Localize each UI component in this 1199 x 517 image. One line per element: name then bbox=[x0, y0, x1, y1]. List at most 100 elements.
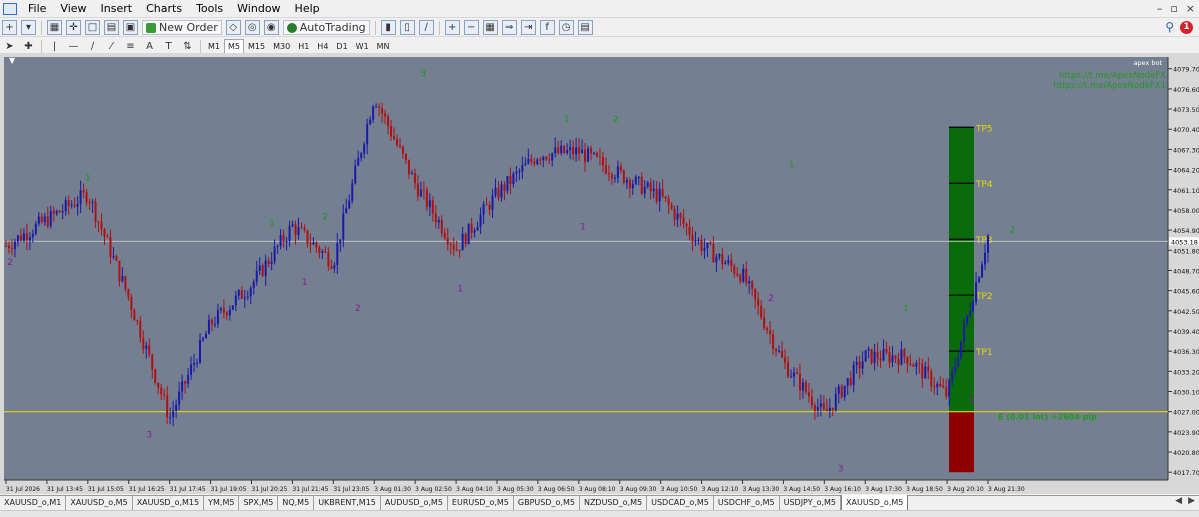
menu-file[interactable]: File bbox=[21, 0, 53, 17]
candle-body bbox=[139, 320, 142, 339]
price-chart[interactable]: ▼ 4079.70 4076.60 4073.50 4070.40 4067.30 4064… bbox=[0, 53, 1199, 494]
count-label: 2 bbox=[768, 294, 774, 304]
chart-tab[interactable]: SPX,M5 bbox=[239, 496, 279, 511]
chart-tab[interactable]: XAUUSD_o,M15 bbox=[133, 496, 205, 511]
chart-tab[interactable]: XAUUSD_o,M5 bbox=[841, 495, 909, 511]
horizontal-line-icon[interactable]: — bbox=[66, 39, 81, 54]
restore-icon[interactable]: ▫ bbox=[1170, 2, 1177, 15]
candle-body bbox=[401, 146, 404, 154]
market-icon[interactable]: ◉ bbox=[263, 20, 279, 35]
chart-tab[interactable]: USDJPY_o,M5 bbox=[780, 496, 842, 511]
label-tool-icon[interactable]: T bbox=[161, 39, 176, 54]
periods-icon[interactable]: ◷ bbox=[558, 20, 574, 35]
tab-scroll-left-icon[interactable]: ◀ bbox=[1175, 496, 1182, 506]
crosshair-icon[interactable]: ✚ bbox=[21, 39, 36, 54]
watermark-label: apex bot bbox=[1133, 59, 1162, 67]
minimize-icon[interactable]: – bbox=[1157, 2, 1163, 15]
chart-canvas[interactable]: ▼ 4079.70 4076.60 4073.50 4070.40 4067.30 4064… bbox=[0, 53, 1199, 494]
candle-body bbox=[843, 385, 846, 398]
new-order-button[interactable]: New Order bbox=[142, 20, 222, 35]
candle-body bbox=[228, 309, 231, 316]
timeframe-h4[interactable]: H4 bbox=[313, 39, 332, 54]
candle-body bbox=[670, 205, 673, 209]
candle-body bbox=[333, 264, 336, 269]
menu-view[interactable]: View bbox=[53, 0, 93, 17]
chart-tab[interactable]: NQ,M5 bbox=[278, 496, 315, 511]
x-tick-label: 3 Aug 17:30 bbox=[865, 486, 902, 493]
menu-insert[interactable]: Insert bbox=[94, 0, 140, 17]
arrows-icon[interactable]: ⇅ bbox=[180, 39, 195, 54]
timeframe-d1[interactable]: D1 bbox=[332, 39, 351, 54]
cursor-icon[interactable]: ➤ bbox=[2, 39, 17, 54]
menu-charts[interactable]: Charts bbox=[139, 0, 189, 17]
y-tick-label: 4048.70 bbox=[1173, 267, 1199, 275]
timeframe-m5[interactable]: M5 bbox=[224, 39, 244, 54]
new-chart-icon[interactable]: + bbox=[2, 20, 17, 35]
candle-body bbox=[664, 196, 667, 199]
chart-tab[interactable]: USDCAD_o,M5 bbox=[647, 496, 714, 511]
line-chart-icon[interactable]: ∕ bbox=[418, 20, 434, 35]
menu-tools[interactable]: Tools bbox=[189, 0, 230, 17]
text-tool-icon[interactable]: A bbox=[142, 39, 157, 54]
navigator-icon[interactable]: ▤ bbox=[104, 20, 119, 35]
search-icon[interactable]: ⚲ bbox=[1165, 20, 1174, 34]
chart-tab[interactable]: UKBRENT,M15 bbox=[314, 496, 381, 511]
zoom-in-icon[interactable]: + bbox=[444, 20, 460, 35]
timeframe-w1[interactable]: W1 bbox=[352, 39, 373, 54]
indicators-icon[interactable]: f bbox=[539, 20, 555, 35]
timeframe-mn[interactable]: MN bbox=[373, 39, 394, 54]
vertical-line-icon[interactable]: | bbox=[47, 39, 62, 54]
menu-window[interactable]: Window bbox=[230, 0, 287, 17]
tile-windows-icon[interactable]: ▦ bbox=[482, 20, 498, 35]
candle-body bbox=[231, 305, 234, 310]
market-watch-icon[interactable]: ▦ bbox=[47, 20, 62, 35]
fibonacci-icon[interactable]: ≡ bbox=[123, 39, 138, 54]
autoscroll-icon[interactable]: ⇒ bbox=[501, 20, 517, 35]
timeframe-m15[interactable]: M15 bbox=[244, 39, 269, 54]
profiles-icon[interactable]: ▾ bbox=[21, 20, 36, 35]
crosshair-nav-icon[interactable]: ✛ bbox=[66, 20, 81, 35]
candle-body bbox=[34, 223, 37, 234]
candle-body bbox=[784, 357, 787, 363]
chart-tab[interactable]: XAUUSD_o,M5 bbox=[66, 496, 133, 511]
menu-help[interactable]: Help bbox=[288, 0, 327, 17]
chart-tab[interactable]: EURUSD_o,M5 bbox=[448, 496, 514, 511]
chart-tab[interactable]: YM,M5 bbox=[204, 496, 240, 511]
candle-body bbox=[467, 223, 470, 245]
candle-body bbox=[667, 198, 670, 206]
y-tick-label: 4051.80 bbox=[1173, 247, 1199, 255]
tab-scroll-right-icon[interactable]: ▶ bbox=[1188, 496, 1195, 506]
chart-tab[interactable]: NZDUSD_o,M5 bbox=[580, 496, 648, 511]
chart-tab[interactable]: GBPUSD_o,M5 bbox=[514, 496, 580, 511]
candle-body bbox=[742, 268, 745, 282]
candle-body bbox=[631, 183, 634, 189]
close-icon[interactable]: × bbox=[1186, 2, 1195, 15]
chart-tab[interactable]: AUDUSD_o,M5 bbox=[381, 496, 448, 511]
candle-body bbox=[282, 235, 285, 242]
candle-body bbox=[763, 317, 766, 329]
candle-body bbox=[398, 144, 401, 147]
folder-icon[interactable]: □ bbox=[85, 20, 100, 35]
timeframe-m1[interactable]: M1 bbox=[204, 39, 224, 54]
autotrading-button[interactable]: AutoTrading bbox=[282, 20, 370, 35]
trendline-icon[interactable]: ∕ bbox=[85, 39, 100, 54]
zoom-out-icon[interactable]: − bbox=[463, 20, 479, 35]
alert-badge[interactable]: 1 bbox=[1180, 20, 1193, 34]
signals-icon[interactable]: ◎ bbox=[244, 20, 260, 35]
channel-icon[interactable]: ⁄ bbox=[104, 39, 119, 54]
timeframe-m30[interactable]: M30 bbox=[269, 39, 294, 54]
tp-label: TP1 bbox=[975, 348, 993, 358]
terminal-icon[interactable]: ▣ bbox=[123, 20, 138, 35]
chart-shift-icon[interactable]: ⇥ bbox=[520, 20, 536, 35]
candlestick-icon[interactable]: ▯ bbox=[399, 20, 415, 35]
templates-icon[interactable]: ▤ bbox=[577, 20, 593, 35]
chart-tab[interactable]: XAUUSD_o,M1 bbox=[0, 496, 67, 511]
candle-body bbox=[201, 338, 204, 340]
bar-chart-icon[interactable]: ▮ bbox=[380, 20, 396, 35]
chart-tab[interactable]: USDCHF_o,M5 bbox=[714, 496, 780, 511]
timeframe-h1[interactable]: H1 bbox=[294, 39, 313, 54]
metaeditor-icon[interactable]: ◇ bbox=[225, 20, 241, 35]
candle-body bbox=[978, 277, 981, 283]
candle-body bbox=[888, 352, 891, 363]
candle-body bbox=[351, 183, 354, 201]
